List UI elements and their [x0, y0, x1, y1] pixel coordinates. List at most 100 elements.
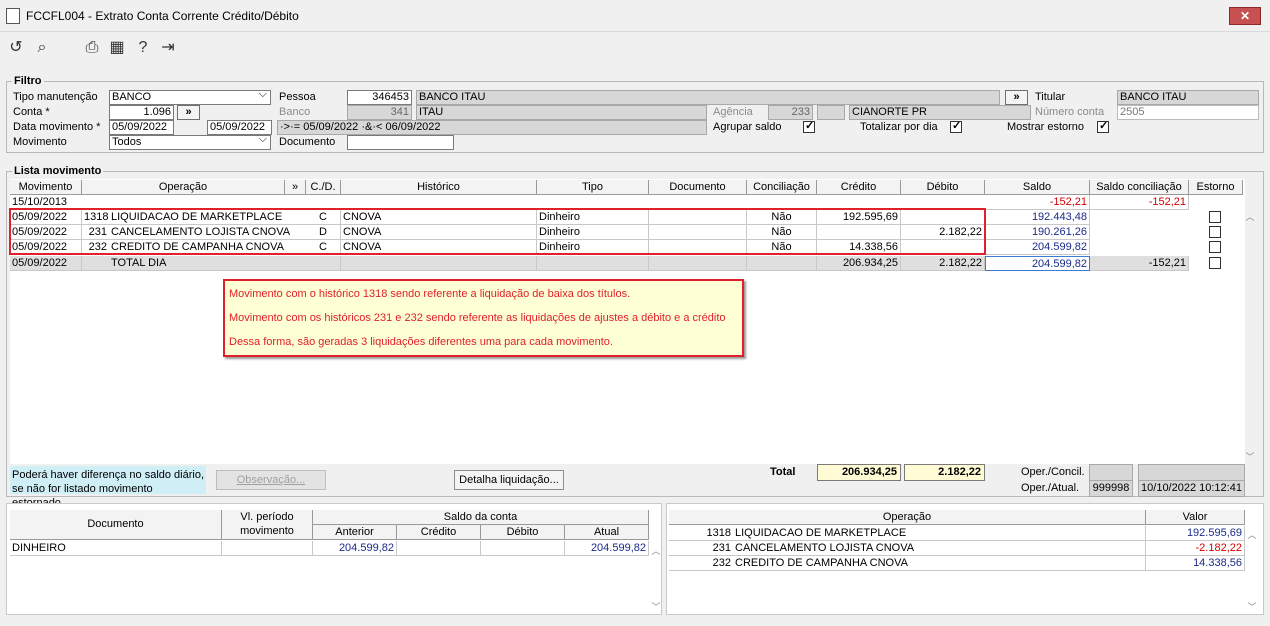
- agencia-name-field: CIANORTE PR: [849, 105, 1031, 120]
- titular-label: Titular: [1035, 91, 1066, 103]
- conta-search-button[interactable]: »: [177, 105, 200, 120]
- annotation-note: Movimento com o histórico 1318 sendo ref…: [223, 279, 744, 357]
- lista-legend: Lista movimento: [12, 165, 104, 177]
- total-documento: [649, 256, 747, 271]
- op-row-code: 232: [669, 556, 733, 571]
- total-estorno-checkbox[interactable]: [1209, 257, 1221, 269]
- titular-field: BANCO ITAU: [1117, 90, 1259, 105]
- observacao-button[interactable]: Observação...: [216, 470, 326, 490]
- scroll-up-icon[interactable]: ︿: [1245, 210, 1255, 223]
- op-row-code: 1318: [669, 526, 733, 541]
- conta-label: Conta *: [13, 106, 50, 118]
- opening-row-saldo-conc[interactable]: -152,21: [1090, 195, 1189, 210]
- col-cd[interactable]: C./D.: [306, 180, 341, 195]
- data-fim-input[interactable]: 05/09/2022: [207, 120, 272, 135]
- op-row-name: CREDITO DE CAMPANHA CNOVA: [733, 556, 1146, 571]
- doc-scroll-up-icon[interactable]: ︿: [651, 544, 661, 557]
- op-col-valor[interactable]: Valor: [1146, 510, 1245, 525]
- doc-col-atual[interactable]: Atual: [565, 525, 649, 540]
- row-saldo: 192.443,48: [985, 210, 1090, 225]
- op-row-name: LIQUIDACAO DE MARKETPLACE: [733, 526, 1146, 541]
- close-button[interactable]: ✕: [1229, 7, 1261, 25]
- movimento-select[interactable]: Todos: [109, 135, 271, 150]
- col-saldo-conciliacao[interactable]: Saldo conciliação: [1090, 180, 1189, 195]
- total-movimento: 05/09/2022: [10, 256, 82, 271]
- totalizar-dia-label: Totalizar por dia: [860, 121, 938, 133]
- col-saldo[interactable]: Saldo: [985, 180, 1090, 195]
- pessoa-name-field: BANCO ITAU: [416, 90, 1000, 105]
- data-inicio-input[interactable]: 05/09/2022: [109, 120, 174, 135]
- print-icon[interactable]: ⎙: [82, 38, 102, 58]
- numero-conta-label: Número conta: [1035, 106, 1105, 118]
- search-icon[interactable]: ⌕: [32, 38, 52, 58]
- row-estorno-checkbox[interactable]: [1209, 226, 1221, 238]
- agrupar-saldo-checkbox[interactable]: [803, 119, 815, 133]
- banco-label: Banco: [279, 106, 311, 118]
- col-credito[interactable]: Crédito: [817, 180, 901, 195]
- data-movimento-label: Data movimento *: [13, 121, 101, 133]
- totalizar-dia-checkbox[interactable]: [950, 119, 962, 133]
- op-scroll-up-icon[interactable]: ︿: [1247, 528, 1257, 541]
- op-col-operacao[interactable]: Operação: [669, 510, 1146, 525]
- col-movimento[interactable]: Movimento: [10, 180, 82, 195]
- toolbar: ↺ ⌕ ⎙ ▦ ? ⇥: [0, 33, 1270, 63]
- doc-col-anterior[interactable]: Anterior: [313, 525, 397, 540]
- doc-row-debito: [481, 541, 565, 556]
- agrupar-saldo-label: Agrupar saldo: [713, 121, 782, 133]
- total-tipo: [537, 256, 649, 271]
- doc-row-documento: DINHEIRO: [10, 541, 222, 556]
- row-estorno-checkbox[interactable]: [1209, 211, 1221, 223]
- doc-col-saldo-conta[interactable]: Saldo da conta: [313, 510, 649, 525]
- col-tipo[interactable]: Tipo: [537, 180, 649, 195]
- agencia-code-field: 233: [768, 105, 813, 120]
- tipo-manutencao-select[interactable]: BANCO: [109, 90, 271, 105]
- opening-row-saldo[interactable]: -152,21: [985, 195, 1090, 210]
- col-estorno[interactable]: Estorno: [1189, 180, 1243, 195]
- pessoa-code-input[interactable]: 346453: [347, 90, 412, 105]
- op-row-valor: 14.338,56: [1146, 556, 1245, 571]
- col-operacao[interactable]: Operação: [82, 180, 285, 195]
- doc-col-documento[interactable]: Documento: [10, 510, 222, 540]
- col-debito[interactable]: Débito: [901, 180, 985, 195]
- doc-row-vl-periodo: [222, 541, 313, 556]
- op-row-code: 231: [669, 541, 733, 556]
- oper-concil-label: Oper./Concil.: [1021, 466, 1085, 478]
- exit-icon[interactable]: ⇥: [158, 38, 178, 58]
- note-line-1: Movimento com o histórico 1318 sendo ref…: [229, 288, 631, 300]
- doc-col-credito[interactable]: Crédito: [397, 525, 481, 540]
- col-historico[interactable]: Histórico: [341, 180, 537, 195]
- doc-col-debito[interactable]: Débito: [481, 525, 565, 540]
- scroll-down-icon[interactable]: ﹀: [1245, 450, 1255, 463]
- op-scroll-down-icon[interactable]: ﹀: [1247, 600, 1257, 613]
- total-label: Total: [770, 466, 796, 478]
- help-icon[interactable]: ?: [133, 38, 153, 58]
- col-expand[interactable]: »: [285, 180, 306, 195]
- total-saldo-conc: -152,21: [1090, 256, 1189, 271]
- refresh-icon[interactable]: ↺: [6, 38, 26, 58]
- row-saldo: 190.261,26: [985, 225, 1090, 240]
- total-debito-field: 2.182,22: [904, 464, 985, 481]
- window-title: FCCFL004 - Extrato Conta Corrente Crédit…: [26, 9, 299, 23]
- doc-col-vl-periodo[interactable]: Vl. período movimento: [222, 510, 313, 540]
- conta-input[interactable]: 1.096: [109, 105, 174, 120]
- highlight-box: [9, 208, 986, 255]
- note-line-3: Dessa forma, são geradas 3 liquidações d…: [229, 336, 613, 348]
- doc-row-anterior: 204.599,82: [313, 541, 397, 556]
- filtro-legend: Filtro: [12, 75, 44, 87]
- row-estorno-checkbox[interactable]: [1209, 241, 1221, 253]
- col-documento[interactable]: Documento: [649, 180, 747, 195]
- calendar-icon[interactable]: ▦: [107, 38, 127, 58]
- total-credito-field: 206.934,25: [817, 464, 901, 481]
- pessoa-search-button[interactable]: »: [1005, 90, 1028, 105]
- detalha-liquidacao-button[interactable]: Detalha liquidação...: [454, 470, 564, 490]
- doc-scroll-down-icon[interactable]: ﹀: [651, 600, 661, 613]
- col-conciliacao[interactable]: Conciliação: [747, 180, 817, 195]
- documento-input[interactable]: [347, 135, 454, 150]
- mostrar-estorno-checkbox[interactable]: [1097, 119, 1109, 133]
- note-line-2: Movimento com os históricos 231 e 232 se…: [229, 312, 726, 324]
- info-line-1: Poderá haver diferença no saldo diário,: [12, 469, 205, 481]
- info-box: Poderá haver diferença no saldo diário, …: [10, 466, 206, 509]
- agencia-digit-field: [817, 105, 845, 120]
- oper-concil-code-field: [1089, 464, 1133, 481]
- agencia-label: Agência: [713, 106, 753, 118]
